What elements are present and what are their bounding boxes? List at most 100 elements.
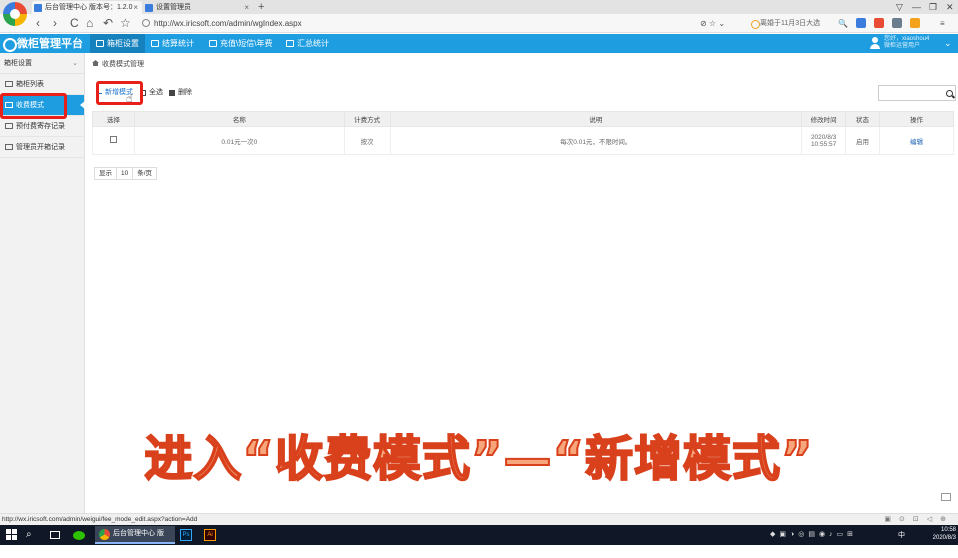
list-icon xyxy=(5,81,13,87)
ps-label: Ps xyxy=(182,532,190,538)
edit-link[interactable]: 编辑 xyxy=(910,139,923,146)
trash-icon xyxy=(169,90,175,96)
game-icon[interactable] xyxy=(874,18,884,28)
apps-icon[interactable] xyxy=(856,18,866,28)
back-icon[interactable]: ‹ xyxy=(36,15,40,32)
nav-label: 箱柜设置 xyxy=(107,39,139,48)
user-menu[interactable]: 您好，xiaoshou4 微柜运营用户 xyxy=(868,36,948,51)
url-input[interactable]: http://wx.iricsoft.com/admin/wgIndex.asp… xyxy=(140,16,740,31)
nav-label: 汇总统计 xyxy=(297,39,329,48)
ime-indicator[interactable]: 中 xyxy=(898,530,905,540)
tab-favicon xyxy=(34,4,42,12)
col-status: 状态 xyxy=(845,111,881,127)
search-icon[interactable]: 🔍 xyxy=(838,17,848,30)
browser-logo-icon xyxy=(3,2,27,26)
nav-settlement[interactable]: 结算统计 xyxy=(145,34,200,53)
cut-icon[interactable] xyxy=(910,18,920,28)
col-billing: 计费方式 xyxy=(343,111,391,127)
search-input[interactable] xyxy=(878,85,956,101)
list-icon xyxy=(5,123,13,129)
close-icon[interactable]: × xyxy=(133,1,138,14)
search-hint-text: 离婚于11月3日大选 xyxy=(760,20,821,27)
image-icon[interactable] xyxy=(892,18,902,28)
close-icon[interactable]: × xyxy=(244,1,249,14)
nav-label: 充值\短信\年费 xyxy=(220,39,273,48)
card-icon xyxy=(209,40,217,47)
page-size-select[interactable]: 10 xyxy=(116,167,134,180)
star-icon[interactable]: ☆ xyxy=(120,15,131,32)
restore-button[interactable]: ❐ xyxy=(929,0,937,14)
delete-button[interactable]: 删除 xyxy=(169,86,192,100)
sidebar-header-label: 箱柜设置 xyxy=(4,60,32,67)
action-cell: 编辑 xyxy=(879,126,954,155)
sidebar-item-admin-open-records[interactable]: 管理员开箱记录 xyxy=(0,137,84,158)
user-greeting: 您好，xiaoshou4 xyxy=(884,36,930,42)
photoshop-icon[interactable]: Ps xyxy=(180,529,192,541)
clock-date: 2020/8/3 xyxy=(932,535,956,541)
nav-cabinet-settings[interactable]: 箱柜设置 xyxy=(90,34,145,53)
desc-cell: 每次0.01元，不限时间。 xyxy=(389,126,803,155)
user-role: 微柜运营用户 xyxy=(884,43,921,49)
chart-icon xyxy=(286,40,294,47)
user-icon xyxy=(870,37,880,49)
site-info-icon[interactable] xyxy=(142,19,150,27)
search-icon[interactable]: ⌕ xyxy=(26,528,36,542)
page-mode-icon[interactable]: ⊘ ☆ ⌄ xyxy=(700,17,725,30)
col-select: 选择 xyxy=(92,111,135,127)
taskbar-browser-label: 后台管理中心 版本... xyxy=(113,530,164,553)
browser-window: 后台管理中心 版本号：1.2.0 × 设置管理员 × + ▽ — ❐ ✕ ‹ ›… xyxy=(0,0,958,553)
gear-icon xyxy=(151,40,159,47)
tab-favicon xyxy=(145,4,153,12)
billing-cell: 按次 xyxy=(343,126,391,155)
tutorial-caption: 进入“收费模式”—“新增模式” xyxy=(143,430,814,488)
sidebar-header[interactable]: 箱柜设置 ⌄ xyxy=(0,53,84,74)
sidebar-item-prepaid-records[interactable]: 预付费寄存记录 xyxy=(0,116,84,137)
address-bar: ‹ › C ⌂ ↶ ☆ http://wx.iricsoft.com/admin… xyxy=(0,14,958,33)
taskbar: ⌕ 后台管理中心 版本... Ps Ai ◆▣◑◎▤◉♪▭⊞ 中 10:58 2… xyxy=(0,525,958,553)
nav-summary[interactable]: 汇总统计 xyxy=(280,34,335,53)
cursor-icon: ☝ xyxy=(126,93,133,105)
tab-set-admin[interactable]: 设置管理员 × xyxy=(143,1,253,14)
home-icon[interactable]: ⌂ xyxy=(86,15,93,32)
status-icons: ▣⊙⊡◁⊕ xyxy=(884,516,954,523)
home-icon xyxy=(92,60,99,66)
row-checkbox[interactable] xyxy=(109,136,117,143)
url-text: http://wx.iricsoft.com/admin/wgIndex.asp… xyxy=(154,19,302,28)
forward-icon[interactable]: › xyxy=(53,15,57,32)
tab-label: 后台管理中心 版本号：1.2.0 xyxy=(45,4,133,11)
nav-recharge[interactable]: 充值\短信\年费 xyxy=(203,34,278,53)
system-tray[interactable]: ◆▣◑◎▤◉♪▭⊞ xyxy=(770,530,857,538)
col-time: 修改时间 xyxy=(801,111,847,127)
reload-icon[interactable]: C xyxy=(70,15,79,32)
minimize-button[interactable]: — xyxy=(912,0,921,14)
menu-icon[interactable]: ▽ xyxy=(896,0,903,14)
start-icon[interactable] xyxy=(6,529,18,541)
new-tab-button[interactable]: + xyxy=(258,0,264,14)
search-box[interactable]: 离婚于11月3日大选 xyxy=(750,17,830,30)
taskbar-browser[interactable]: 后台管理中心 版本... xyxy=(95,526,175,553)
undo-icon[interactable]: ↶ xyxy=(103,15,113,32)
select-all-label: 全选 xyxy=(149,89,163,96)
close-window-button[interactable]: ✕ xyxy=(946,0,954,14)
tab-label: 设置管理员 xyxy=(156,4,191,11)
table-header-row: 选择 名称 计费方式 说明 修改时间 状态 操作 xyxy=(92,111,954,127)
sidebar-item-label: 预付费寄存记录 xyxy=(16,123,65,130)
pager-unit-label: 条/页 xyxy=(132,167,158,180)
wechat-icon[interactable] xyxy=(73,531,85,540)
select-all-button[interactable]: 全选 xyxy=(140,86,163,100)
name-cell: 0.01元一次0 xyxy=(133,126,345,155)
clock[interactable]: 10:58 2020/8/3 xyxy=(922,526,956,542)
sidebar-item-label: 管理员开箱记录 xyxy=(16,144,65,151)
highlight-fee-mode xyxy=(0,93,67,119)
feedback-icon[interactable] xyxy=(941,493,951,501)
time-clock: 10:55:57 xyxy=(810,140,837,148)
task-view-icon[interactable] xyxy=(50,531,60,539)
sidebar-item-cabinet-list[interactable]: 箱柜列表 xyxy=(0,74,84,95)
more-icon[interactable]: ≡ xyxy=(940,17,945,30)
status-cell: 启用 xyxy=(845,126,881,155)
illustrator-icon[interactable]: Ai xyxy=(204,529,216,541)
chevron-down-icon[interactable]: ⌄ xyxy=(944,36,952,51)
table-row: 0.01元一次0 按次 每次0.01元，不限时间。 2020/8/3 10:55… xyxy=(92,126,954,155)
tab-admin-center[interactable]: 后台管理中心 版本号：1.2.0 × xyxy=(32,1,142,14)
search-icon[interactable] xyxy=(946,90,953,97)
